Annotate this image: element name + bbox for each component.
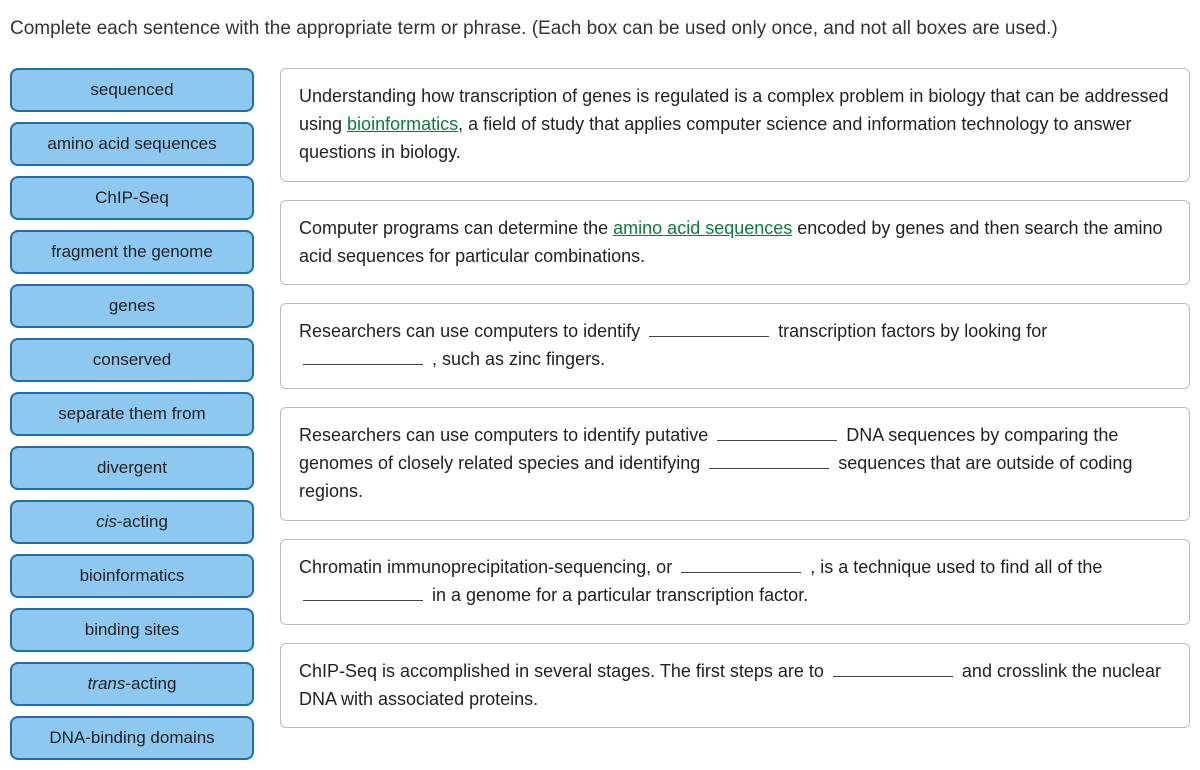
term-divergent[interactable]: divergent xyxy=(10,446,254,490)
sentence-2-answer[interactable]: amino acid sequences xyxy=(613,218,792,238)
sentence-1-answer[interactable]: bioinformatics xyxy=(347,114,458,134)
term-bioinformatics[interactable]: bioinformatics xyxy=(10,554,254,598)
instructions-text: Complete each sentence with the appropri… xyxy=(10,18,1190,40)
term-sequenced[interactable]: sequenced xyxy=(10,68,254,112)
term-binding-sites[interactable]: binding sites xyxy=(10,608,254,652)
term-trans-acting[interactable]: trans-acting xyxy=(10,662,254,706)
sentence-5-blank1[interactable] xyxy=(681,555,801,573)
terms-column: sequenced amino acid sequences ChIP-Seq … xyxy=(10,68,254,760)
term-cis-acting[interactable]: cis-acting xyxy=(10,500,254,544)
sentence-4-part1: Researchers can use computers to identif… xyxy=(299,425,713,445)
term-fragment-the-genome[interactable]: fragment the genome xyxy=(10,230,254,274)
sentence-5-part1: Chromatin immunoprecipitation-sequencing… xyxy=(299,557,677,577)
sentence-6-part1: ChIP-Seq is accomplished in several stag… xyxy=(299,661,829,681)
sentence-6[interactable]: ChIP-Seq is accomplished in several stag… xyxy=(280,643,1190,729)
sentence-3-blank1[interactable] xyxy=(649,319,769,337)
term-chip-seq[interactable]: ChIP-Seq xyxy=(10,176,254,220)
sentence-4-blank2[interactable] xyxy=(709,451,829,469)
sentence-3-part3: , such as zinc fingers. xyxy=(427,349,605,369)
sentence-1[interactable]: Understanding how transcription of genes… xyxy=(280,68,1190,182)
sentences-column: Understanding how transcription of genes… xyxy=(280,68,1190,760)
sentence-6-blank1[interactable] xyxy=(833,659,953,677)
sentence-3-blank2[interactable] xyxy=(303,347,423,365)
sentence-3-part2: transcription factors by looking for xyxy=(773,321,1047,341)
term-conserved[interactable]: conserved xyxy=(10,338,254,382)
term-dna-binding-domains[interactable]: DNA-binding domains xyxy=(10,716,254,760)
term-genes[interactable]: genes xyxy=(10,284,254,328)
sentence-5-blank2[interactable] xyxy=(303,583,423,601)
sentence-3[interactable]: Researchers can use computers to identif… xyxy=(280,303,1190,389)
sentence-5-part2: , is a technique used to find all of the xyxy=(805,557,1102,577)
sentence-3-part1: Researchers can use computers to identif… xyxy=(299,321,645,341)
sentence-4-blank1[interactable] xyxy=(717,423,837,441)
term-separate-them-from[interactable]: separate them from xyxy=(10,392,254,436)
sentence-4[interactable]: Researchers can use computers to identif… xyxy=(280,407,1190,521)
sentence-5-part3: in a genome for a particular transcripti… xyxy=(427,585,808,605)
sentence-5[interactable]: Chromatin immunoprecipitation-sequencing… xyxy=(280,539,1190,625)
sentence-2[interactable]: Computer programs can determine the amin… xyxy=(280,200,1190,286)
term-amino-acid-sequences[interactable]: amino acid sequences xyxy=(10,122,254,166)
sentence-2-part1: Computer programs can determine the xyxy=(299,218,613,238)
main-container: sequenced amino acid sequences ChIP-Seq … xyxy=(10,68,1190,760)
